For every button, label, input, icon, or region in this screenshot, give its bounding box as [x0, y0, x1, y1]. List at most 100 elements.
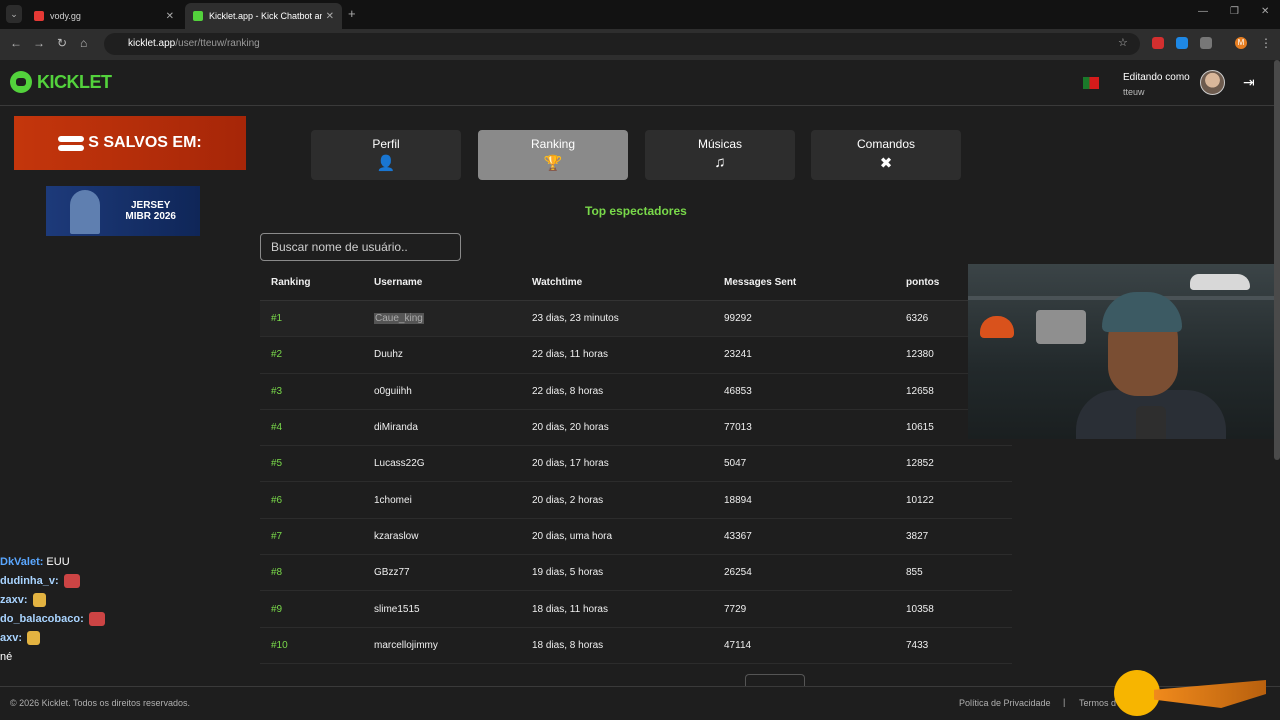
- section-title: Top espectadores: [585, 204, 687, 218]
- emote-icon: [88, 611, 105, 626]
- footer-separator: |: [1063, 697, 1066, 707]
- url-field[interactable]: kicklet.app/user/tteuw/ranking: [104, 33, 1140, 55]
- page-scrollbar[interactable]: [1274, 60, 1280, 460]
- table-row[interactable]: #5 Lucass22G 20 dias, 17 horas 5047 1285…: [260, 446, 1012, 483]
- cell-messages: 77013: [724, 422, 752, 434]
- ad-person-image: [70, 190, 100, 234]
- cell-rank: #1: [271, 313, 283, 325]
- table-row[interactable]: #6 1chomei 20 dias, 2 horas 18894 10122: [260, 482, 1012, 519]
- cell-username[interactable]: o0guiihh: [374, 386, 412, 397]
- panda-logo-icon: [10, 71, 32, 93]
- chat-message: DkValet: EUU: [0, 552, 105, 571]
- home-icon[interactable]: ⌂: [80, 36, 87, 50]
- cell-rank: #5: [271, 458, 283, 470]
- reload-icon[interactable]: ↻: [57, 36, 67, 50]
- table-row[interactable]: #2 Duuhz 22 dias, 11 horas 23241 12380: [260, 337, 1012, 374]
- cell-username[interactable]: slime1515: [374, 604, 420, 615]
- cell-rank: #2: [271, 349, 283, 361]
- tab-label: Comandos: [856, 137, 916, 151]
- table-row[interactable]: #8 GBzz77 19 dias, 5 horas 26254 855: [260, 555, 1012, 592]
- ad-banner-saved[interactable]: S SALVOS EM:: [14, 116, 246, 170]
- bookmark-star-icon[interactable]: ☆: [1118, 36, 1128, 49]
- header-username[interactable]: Username: [374, 277, 422, 288]
- cell-watchtime: 19 dias, 5 horas: [532, 567, 604, 579]
- chat-text: né: [0, 650, 13, 663]
- browser-tab-kicklet[interactable]: Kicklet.app - Kick Chatbot and … ✕: [185, 3, 342, 29]
- table-header: Ranking Username Watchtime Messages Sent…: [260, 264, 1012, 301]
- browser-tab-bar: ⌄ vody.gg ✕ Kicklet.app - Kick Chatbot a…: [0, 0, 1280, 29]
- browser-tab-vody[interactable]: vody.gg ✕: [26, 3, 182, 29]
- browser-menu-icon[interactable]: ⋮: [1260, 36, 1272, 50]
- cell-messages: 7729: [724, 603, 747, 615]
- chat-nick: zaxv:: [0, 593, 28, 606]
- profile-avatar[interactable]: M: [1235, 37, 1247, 49]
- extension-icon[interactable]: [1152, 37, 1164, 49]
- pagination-control[interactable]: [745, 674, 805, 686]
- table-row[interactable]: #4 diMiranda 20 dias, 20 horas 77013 106…: [260, 410, 1012, 447]
- cell-rank: #9: [271, 603, 283, 615]
- cell-points: 12852: [906, 458, 934, 470]
- cell-messages: 46853: [724, 385, 752, 397]
- new-tab-icon[interactable]: +: [348, 6, 356, 21]
- tab-perfil[interactable]: Perfil 👤: [311, 130, 461, 180]
- chat-message: né: [0, 647, 105, 666]
- extensions-puzzle-icon[interactable]: [1200, 37, 1212, 49]
- cell-watchtime: 18 dias, 11 horas: [532, 603, 608, 615]
- header-watchtime[interactable]: Watchtime: [532, 277, 582, 288]
- header-ranking[interactable]: Ranking: [271, 277, 310, 288]
- table-row[interactable]: #1 Caue_king 23 dias, 23 minutos 99292 6…: [260, 301, 1012, 338]
- tab-comandos[interactable]: Comandos ✖: [811, 130, 961, 180]
- logout-icon[interactable]: ⇥: [1243, 74, 1255, 91]
- header-messages[interactable]: Messages Sent: [724, 277, 796, 288]
- editing-as: Editando como tteuw: [1123, 72, 1190, 97]
- cell-username[interactable]: marcellojimmy: [374, 640, 438, 651]
- cell-username[interactable]: Duuhz: [374, 349, 403, 360]
- cell-rank: #7: [271, 530, 283, 542]
- table-row[interactable]: #9 slime1515 18 dias, 11 horas 7729 1035…: [260, 591, 1012, 628]
- tab-musicas[interactable]: Músicas ♫: [645, 130, 795, 180]
- close-tab-icon[interactable]: ✕: [326, 11, 334, 22]
- table-row[interactable]: #10 marcellojimmy 18 dias, 8 horas 47114…: [260, 628, 1012, 664]
- restore-icon[interactable]: ❐: [1230, 6, 1239, 17]
- cell-points: 12658: [906, 385, 934, 397]
- cell-rank: #4: [271, 422, 283, 434]
- tab-ranking[interactable]: Ranking 🏆: [478, 130, 628, 180]
- close-window-icon[interactable]: ✕: [1261, 6, 1269, 17]
- emote-icon: [32, 592, 46, 607]
- close-tab-icon[interactable]: ✕: [166, 11, 174, 22]
- cell-watchtime: 20 dias, 2 horas: [532, 494, 604, 506]
- trophy-icon: 🏆: [543, 155, 563, 172]
- terms-link[interactable]: Termos d: [1079, 698, 1116, 708]
- cell-username[interactable]: Caue_king: [374, 313, 424, 325]
- site-header: KICKLET Editando como tteuw ⇥: [0, 60, 1280, 106]
- cell-username[interactable]: kzaraslow: [374, 531, 418, 542]
- table-row[interactable]: #7 kzaraslow 20 dias, uma hora 43367 382…: [260, 519, 1012, 556]
- cell-points: 3827: [906, 530, 929, 542]
- cell-username[interactable]: Lucass22G: [374, 458, 425, 469]
- chat-message: axv:: [0, 628, 105, 647]
- tab-search-button[interactable]: ⌄: [6, 5, 22, 23]
- emote-icon: [63, 573, 80, 588]
- forward-icon[interactable]: →: [33, 36, 45, 50]
- site-footer: © 2026 Kicklet. Todos os direitos reserv…: [0, 686, 1280, 720]
- chat-message: zaxv:: [0, 590, 105, 609]
- portugal-flag-icon[interactable]: [1083, 77, 1099, 89]
- cell-rank: #3: [271, 385, 283, 397]
- header-pontos[interactable]: pontos: [906, 277, 939, 288]
- cell-username[interactable]: 1chomei: [374, 495, 412, 506]
- table-row[interactable]: #3 o0guiihh 22 dias, 8 horas 46853 12658: [260, 374, 1012, 410]
- cell-messages: 99292: [724, 313, 752, 325]
- search-input[interactable]: [260, 233, 461, 261]
- minimize-icon[interactable]: —: [1198, 6, 1208, 17]
- chat-nick: axv:: [0, 631, 23, 644]
- kicklet-logo[interactable]: KICKLET: [10, 71, 112, 93]
- cell-username[interactable]: diMiranda: [374, 422, 418, 433]
- cell-username[interactable]: GBzz77: [374, 567, 410, 578]
- back-icon[interactable]: ←: [10, 36, 22, 50]
- cell-watchtime: 22 dias, 8 horas: [532, 385, 604, 397]
- user-avatar[interactable]: [1200, 70, 1225, 95]
- privacy-link[interactable]: Política de Privacidade: [959, 698, 1051, 708]
- extension-icon[interactable]: [1176, 37, 1188, 49]
- chat-nick: DkValet:: [0, 555, 44, 568]
- ad-banner-jersey[interactable]: JERSEY MIBR 2026: [46, 186, 200, 236]
